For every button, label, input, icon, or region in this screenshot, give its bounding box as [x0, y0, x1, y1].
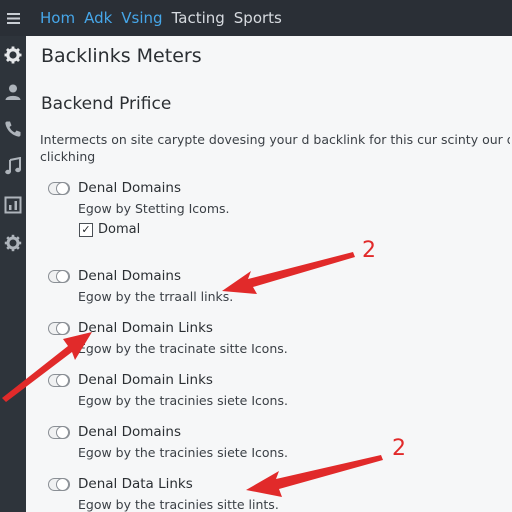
domal-checkbox[interactable]: ✓: [79, 223, 93, 237]
music-icon[interactable]: [0, 153, 26, 179]
chart-icon[interactable]: [0, 192, 26, 218]
toggle-switch[interactable]: [48, 478, 70, 491]
settings-icon[interactable]: [0, 230, 26, 256]
tab-vsing[interactable]: Vsing: [121, 9, 162, 27]
setting-description: Egow by Stetting Icoms.: [78, 201, 230, 216]
checkbox-label: Domal: [98, 222, 141, 237]
user-icon[interactable]: [0, 79, 26, 105]
gear-icon[interactable]: [0, 42, 26, 68]
toggle-knob: [56, 270, 69, 283]
setting-label: Denal Domain Links: [78, 320, 213, 336]
setting-description: Egow by the tracinies sitte lints.: [78, 497, 279, 512]
setting-label: Denal Domains: [78, 180, 181, 196]
toggle-switch[interactable]: [48, 374, 70, 387]
toggle-knob: [56, 374, 69, 387]
tab-adk[interactable]: Adk: [84, 9, 112, 27]
toggle-switch[interactable]: [48, 270, 70, 283]
tab-hom[interactable]: Hom: [40, 9, 75, 27]
setting-description: Egow by the trraall links.: [78, 289, 234, 304]
intro-line: clickhing: [40, 149, 96, 164]
tab-tacting[interactable]: Tacting: [172, 9, 225, 27]
app-window: Hom Adk Vsing Tacting Sports Backlinks M…: [0, 0, 512, 512]
page-title: Backlinks Meters: [41, 45, 202, 67]
sidebar: [0, 36, 26, 512]
setting-label: Denal Domains: [78, 424, 181, 440]
setting-label: Denal Data Links: [78, 476, 193, 492]
setting-description: Egow by the tracinies siete Icons.: [78, 445, 288, 460]
top-nav-bar: Hom Adk Vsing Tacting Sports: [0, 0, 512, 36]
toggle-switch[interactable]: [48, 426, 70, 439]
toggle-knob: [56, 182, 69, 195]
hamburger-icon[interactable]: [0, 0, 26, 36]
intro-line: Intermects on site carypte dovesing your…: [40, 132, 510, 147]
setting-label: Denal Domain Links: [78, 372, 213, 388]
phone-icon[interactable]: [0, 116, 26, 142]
setting-description: Egow by the tracinies siete Icons.: [78, 393, 288, 408]
toggle-switch[interactable]: [48, 322, 70, 335]
setting-description: Egow by the tracinate sitte Icons.: [78, 341, 288, 356]
tab-sports[interactable]: Sports: [234, 9, 282, 27]
annotation-number: 2: [392, 436, 406, 461]
toggle-knob: [56, 322, 69, 335]
intro-text: Intermects on site carypte dovesing your…: [40, 131, 510, 165]
toggle-switch[interactable]: [48, 182, 70, 195]
main-content: Backlinks Meters Backend Prifice Interme…: [26, 36, 512, 512]
section-title: Backend Prifice: [41, 94, 172, 114]
top-nav: Hom Adk Vsing Tacting Sports: [40, 0, 291, 36]
toggle-knob: [56, 478, 69, 491]
toggle-knob: [56, 426, 69, 439]
annotation-number: 2: [362, 238, 376, 263]
setting-label: Denal Domains: [78, 268, 181, 284]
